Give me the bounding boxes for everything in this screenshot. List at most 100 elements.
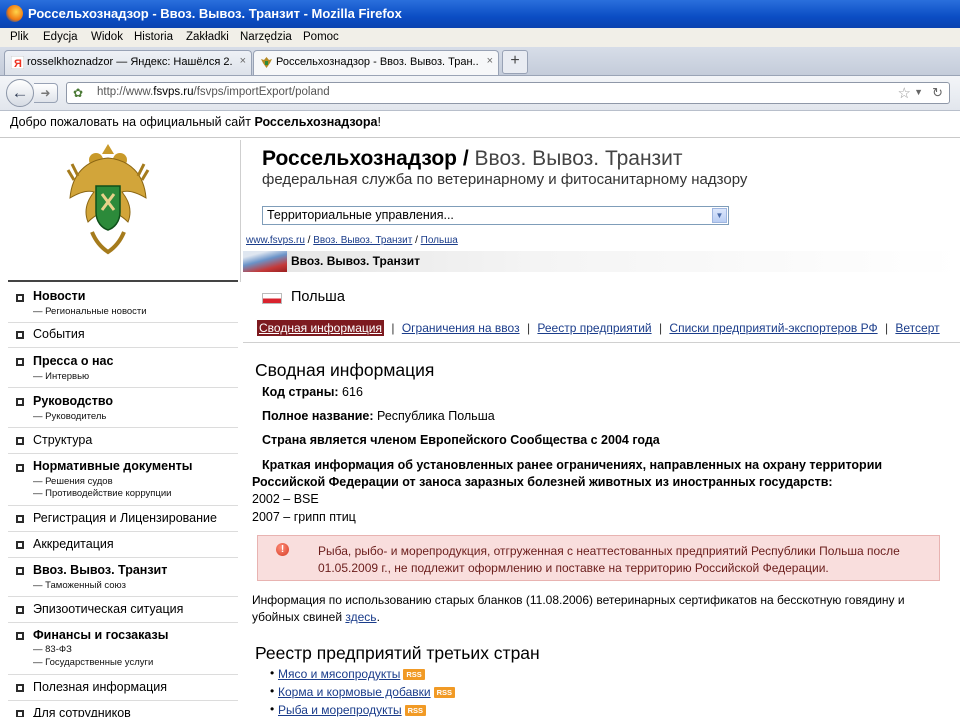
list-item: Мясо и мясопродуктыRSS bbox=[270, 666, 425, 681]
country-name: Польша bbox=[291, 289, 345, 305]
sidebar-item-finance[interactable]: Финансы и госзаказы — 83-ФЗ — Государств… bbox=[8, 622, 238, 672]
firefox-icon bbox=[6, 5, 23, 22]
divider bbox=[0, 137, 960, 138]
square-bullet-icon bbox=[16, 331, 24, 339]
chevron-down-icon[interactable]: ▼ bbox=[712, 208, 727, 223]
navigation-bar: ← ➜ ✿ http://www.fsvps.ru/fsvps/importEx… bbox=[0, 76, 960, 111]
sidebar-item-press[interactable]: Пресса о нас — Интервью bbox=[8, 347, 238, 386]
window-title: Россельхознадзор - Ввоз. Вывоз. Транзит … bbox=[28, 6, 402, 21]
sidebar-subitem-customs-union[interactable]: — Таможенный союз bbox=[33, 580, 126, 591]
menu-historia[interactable]: Historia bbox=[134, 31, 173, 43]
back-button[interactable]: ← bbox=[6, 79, 34, 107]
rss-icon[interactable]: RSS bbox=[404, 705, 427, 717]
header-divider bbox=[240, 140, 241, 282]
select-value: Территориальные управления... bbox=[267, 208, 454, 222]
sidebar-item-accreditation[interactable]: Аккредитация bbox=[8, 531, 238, 555]
menu-narzedzia[interactable]: Narzędzia bbox=[240, 31, 292, 43]
tab-yandex[interactable]: Я rosselkhoznadzor — Яндекс: Нашёлся 2..… bbox=[4, 50, 252, 75]
url-bar[interactable]: ✿ http://www.fsvps.ru/fsvps/importExport… bbox=[66, 82, 950, 104]
sidebar-item-leadership[interactable]: Руководство — Руководитель bbox=[8, 387, 238, 426]
divider bbox=[243, 342, 960, 343]
registry-heading: Реестр предприятий третьих стран bbox=[255, 643, 540, 663]
close-icon[interactable]: × bbox=[487, 55, 493, 67]
sidebar-item-staff[interactable]: Для сотрудников bbox=[8, 700, 238, 717]
sidebar-subitem-public-services[interactable]: — Государственные услуги bbox=[33, 657, 153, 668]
square-bullet-icon bbox=[16, 632, 24, 640]
forward-button[interactable]: ➜ bbox=[34, 83, 58, 103]
menu-edycja[interactable]: Edycja bbox=[43, 31, 78, 43]
tab-summary[interactable]: Сводная информация bbox=[257, 320, 384, 336]
breadcrumb-home-link[interactable]: www.fsvps.ru bbox=[246, 235, 305, 246]
brief-info-line-1: Краткая информация об установленных ране… bbox=[262, 458, 883, 472]
sidebar-item-news[interactable]: Новости — Региональные новости bbox=[8, 284, 238, 320]
reload-icon[interactable]: ↻ bbox=[932, 85, 943, 101]
rss-icon[interactable]: RSS bbox=[403, 669, 425, 681]
list-item: Корма и кормовые добавкиRSS bbox=[270, 684, 455, 699]
sidebar-item-events[interactable]: События bbox=[8, 322, 238, 346]
sidebar-item-regulations[interactable]: Нормативные документы — Решения судов — … bbox=[8, 453, 238, 503]
sidebar-item-label: Эпизоотическая ситуация bbox=[33, 602, 184, 616]
site-subtitle: федеральная служба по ветеринарному и фи… bbox=[262, 171, 748, 188]
registry-link-fish[interactable]: Рыба и морепродукты bbox=[278, 703, 402, 717]
square-bullet-icon bbox=[16, 437, 24, 445]
tab-bar: Я rosselkhoznadzor — Яндекс: Нашёлся 2..… bbox=[0, 47, 960, 76]
menu-zakladki[interactable]: Zakładki bbox=[186, 31, 229, 43]
square-bullet-icon bbox=[16, 515, 24, 523]
emblem-icon bbox=[261, 57, 272, 68]
tab-vet-certificates[interactable]: Ветсерт bbox=[895, 321, 939, 335]
alert-text: Рыба, рыбо- и морепродукция, отгруженная… bbox=[318, 544, 900, 575]
tab-enterprise-registry[interactable]: Реестр предприятий bbox=[537, 321, 651, 335]
sidebar-subitem-83fz[interactable]: — 83-ФЗ bbox=[33, 644, 72, 655]
chevron-down-icon[interactable]: ▼ bbox=[914, 87, 923, 97]
sidebar-item-useful-info[interactable]: Полезная информация bbox=[8, 674, 238, 698]
tab-import-restrictions[interactable]: Ограничения на ввоз bbox=[402, 321, 520, 335]
site-identity-icon[interactable]: ✿ bbox=[73, 86, 83, 100]
site-title: Россельхознадзор / Ввоз. Вывоз. Транзит bbox=[262, 147, 683, 170]
tab-rosselkhoznadzor[interactable]: Россельхознадзор - Ввоз. Вывоз. Тран... … bbox=[253, 50, 499, 75]
sidebar-subitem-anticorruption[interactable]: — Противодействие коррупции bbox=[33, 488, 171, 499]
sidebar-item-import-export[interactable]: Ввоз. Вывоз. Транзит — Таможенный союз bbox=[8, 557, 238, 594]
sidebar-item-label: Нормативные документы bbox=[33, 459, 193, 473]
sidebar-subitem-regional-news[interactable]: — Региональные новости bbox=[33, 306, 147, 317]
registry-link-feed[interactable]: Корма и кормовые добавки bbox=[278, 685, 431, 699]
bookmark-star-icon[interactable]: ☆ bbox=[898, 84, 911, 102]
rss-icon[interactable]: RSS bbox=[433, 687, 455, 699]
breadcrumb-section-link[interactable]: Ввоз. Вывоз. Транзит bbox=[313, 235, 412, 246]
menu-pomoc[interactable]: Pomoc bbox=[303, 31, 339, 43]
sidebar-item-label: Для сотрудников bbox=[33, 706, 131, 717]
menu-widok[interactable]: Widok bbox=[91, 31, 123, 43]
menu-plik[interactable]: Plik bbox=[10, 31, 29, 43]
sidebar-subitem-court-decisions[interactable]: — Решения судов bbox=[33, 476, 113, 487]
sidebar-item-label: События bbox=[33, 327, 85, 341]
arrow-right-icon: ➜ bbox=[40, 86, 51, 100]
here-link[interactable]: здесь bbox=[345, 610, 376, 624]
restriction-item: 2007 – грипп птиц bbox=[252, 510, 356, 524]
coat-of-arms-emblem bbox=[66, 144, 150, 255]
breadcrumb-current-link[interactable]: Польша bbox=[421, 235, 458, 246]
content-tabs: Сводная информация | Ограничения на ввоз… bbox=[257, 320, 940, 336]
regional-offices-select[interactable]: Территориальные управления... ▼ bbox=[262, 206, 729, 225]
sidebar-subitem-interview[interactable]: — Интервью bbox=[33, 371, 89, 382]
square-bullet-icon bbox=[16, 464, 24, 472]
close-icon[interactable]: × bbox=[240, 55, 246, 67]
restriction-item: 2002 – BSE bbox=[252, 492, 319, 506]
sidebar-subitem-head[interactable]: — Руководитель bbox=[33, 411, 106, 422]
sidebar-item-label: Финансы и госзаказы bbox=[33, 628, 169, 642]
tab-exporter-lists[interactable]: Списки предприятий-экспортеров РФ bbox=[669, 321, 877, 335]
list-item: Рыба и морепродуктыRSS bbox=[270, 702, 427, 717]
tab-separator: | bbox=[526, 321, 531, 335]
tab-separator: | bbox=[391, 321, 395, 335]
sidebar-item-structure[interactable]: Структура bbox=[8, 427, 238, 451]
sidebar-item-epizootic[interactable]: Эпизоотическая ситуация bbox=[8, 596, 238, 620]
tab-separator: | bbox=[884, 321, 889, 335]
summary-heading: Сводная информация bbox=[255, 360, 435, 380]
url-text[interactable]: http://www.fsvps.ru/fsvps/importExport/p… bbox=[97, 86, 330, 98]
warning-icon: ! bbox=[276, 543, 289, 556]
sidebar-item-registration[interactable]: Регистрация и Лицензирование bbox=[8, 505, 238, 529]
sidebar-item-label: Руководство bbox=[33, 394, 114, 408]
new-tab-button[interactable]: + bbox=[502, 50, 528, 74]
sidebar-item-label: Полезная информация bbox=[33, 680, 167, 694]
welcome-message: Добро пожаловать на официальный сайт Рос… bbox=[10, 115, 381, 129]
yandex-icon: Я bbox=[11, 56, 24, 69]
registry-link-meat[interactable]: Мясо и мясопродукты bbox=[278, 667, 400, 681]
